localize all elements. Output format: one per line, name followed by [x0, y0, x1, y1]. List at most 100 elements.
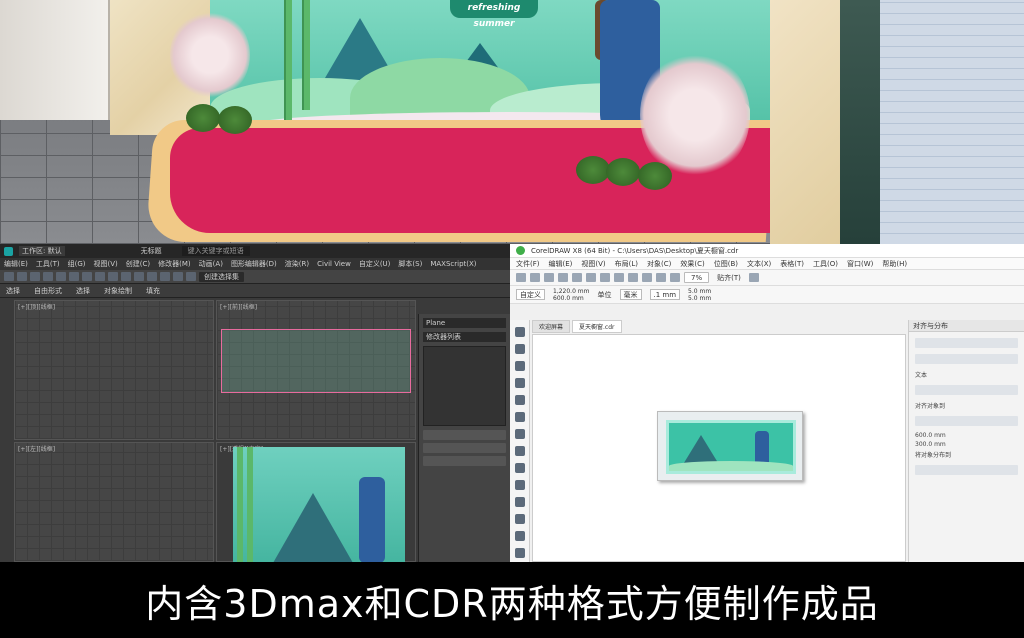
menu-item[interactable]: 图形编辑器(D)	[231, 259, 277, 269]
freehand-tool-icon[interactable]	[514, 395, 525, 405]
ribbon-tab[interactable]: 对象绘制	[104, 286, 132, 296]
export-icon[interactable]	[670, 273, 680, 282]
render-setup-icon[interactable]	[173, 272, 183, 281]
drop-shadow-icon[interactable]	[514, 531, 525, 541]
duplicate-y-field[interactable]: 5.0 mm	[688, 295, 711, 302]
new-document-icon[interactable]	[516, 273, 526, 282]
select-icon[interactable]	[56, 272, 66, 281]
move-icon[interactable]	[82, 272, 92, 281]
menu-item[interactable]: 动画(A)	[199, 259, 223, 269]
artistic-media-icon[interactable]	[514, 412, 525, 422]
menu-item[interactable]: 自定义(U)	[359, 259, 391, 269]
undo-icon[interactable]	[4, 272, 14, 281]
modifier-list-dropdown[interactable]: 修改器列表	[423, 332, 506, 342]
menu-item[interactable]: 工具(O)	[813, 259, 838, 269]
search-input[interactable]: 键入关键字或短语	[181, 246, 250, 256]
viewport-perspective[interactable]: [+][透视][真实]	[216, 442, 416, 562]
save-icon[interactable]	[544, 273, 554, 282]
ribbon-tab[interactable]: 选择	[76, 286, 90, 296]
redo-icon[interactable]	[628, 273, 638, 282]
align-icon[interactable]	[147, 272, 157, 281]
cut-icon[interactable]	[572, 273, 582, 282]
distribute-buttons[interactable]	[915, 465, 1018, 475]
panel-row[interactable]	[423, 430, 506, 440]
menu-item[interactable]: 编辑(E)	[549, 259, 573, 269]
menu-item[interactable]: 编辑(E)	[4, 259, 28, 269]
panel-row[interactable]	[423, 443, 506, 453]
menu-item[interactable]: 脚本(S)	[398, 259, 422, 269]
text-tool-icon[interactable]	[514, 480, 525, 490]
viewport-top[interactable]: [+][顶][线框]	[14, 300, 214, 440]
tab-document[interactable]: 夏天橱窗.cdr	[572, 320, 622, 333]
duplicate-x-field[interactable]: 5.0 mm	[688, 288, 711, 295]
zoom-level-field[interactable]: 7%	[684, 272, 710, 283]
copy-icon[interactable]	[586, 273, 596, 282]
select-region-icon[interactable]	[69, 272, 79, 281]
connector-tool-icon[interactable]	[514, 514, 525, 524]
align-buttons-row[interactable]	[915, 354, 1018, 364]
zoom-tool-icon[interactable]	[514, 378, 525, 388]
tab-welcome[interactable]: 欢迎屏幕	[532, 320, 571, 333]
modifier-stack[interactable]	[423, 346, 506, 426]
menu-item[interactable]: 创建(C)	[126, 259, 150, 269]
menu-item[interactable]: 视图(V)	[581, 259, 605, 269]
open-icon[interactable]	[530, 273, 540, 282]
nudge-distance-field[interactable]: .1 mm	[649, 289, 681, 300]
viewport-left[interactable]: [+][左][线框]	[14, 442, 214, 562]
page-height-field[interactable]: 600.0 mm	[553, 295, 590, 302]
snap-to-dropdown[interactable]: 贴齐(T)	[713, 273, 745, 283]
options-icon[interactable]	[748, 273, 759, 282]
parallel-dimension-icon[interactable]	[514, 497, 525, 507]
align-to-buttons[interactable]	[915, 416, 1018, 426]
menu-item[interactable]: 窗口(W)	[847, 259, 873, 269]
menu-item[interactable]: 效果(C)	[680, 259, 704, 269]
artwork-preview[interactable]	[666, 420, 796, 474]
crop-tool-icon[interactable]	[514, 361, 525, 371]
transparency-icon[interactable]	[514, 548, 525, 558]
align-buttons-row[interactable]	[915, 338, 1018, 348]
menu-item[interactable]: MAXScript(X)	[430, 260, 476, 268]
import-icon[interactable]	[656, 273, 666, 282]
scale-icon[interactable]	[108, 272, 118, 281]
menu-item[interactable]: 文本(X)	[747, 259, 771, 269]
unlink-icon[interactable]	[43, 272, 53, 281]
menu-item[interactable]: 布局(L)	[615, 259, 638, 269]
ribbon-tab[interactable]: 选择	[6, 286, 20, 296]
object-name-field[interactable]: Plane	[423, 318, 506, 328]
menu-item[interactable]: 组(G)	[68, 259, 86, 269]
ribbon-tab[interactable]: 自由形式	[34, 286, 62, 296]
polygon-tool-icon[interactable]	[514, 463, 525, 473]
menu-item[interactable]: 修改器(M)	[158, 259, 191, 269]
ellipse-tool-icon[interactable]	[514, 446, 525, 456]
viewport-label[interactable]: [+][顶][线框]	[18, 302, 55, 311]
viewport-label[interactable]: [+][前][线框]	[220, 302, 257, 311]
menu-item[interactable]: 视图(V)	[94, 259, 118, 269]
y-position-field[interactable]: 300.0 mm	[915, 441, 1018, 448]
artboard-page[interactable]	[657, 411, 803, 481]
menu-item[interactable]: 对象(C)	[647, 259, 671, 269]
menu-item[interactable]: 帮助(H)	[882, 259, 907, 269]
rectangle-tool-icon[interactable]	[514, 429, 525, 439]
snap-icon[interactable]	[121, 272, 131, 281]
shape-tool-icon[interactable]	[514, 344, 525, 354]
menu-item[interactable]: 工具(T)	[36, 259, 60, 269]
x-position-field[interactable]: 600.0 mm	[915, 432, 1018, 439]
ribbon-tab[interactable]: 填充	[146, 286, 160, 296]
menu-item[interactable]: 位图(B)	[714, 259, 738, 269]
redo-icon[interactable]	[17, 272, 27, 281]
selection-set-field[interactable]: 创建选择集	[199, 271, 244, 282]
menu-item[interactable]: 文件(F)	[516, 259, 540, 269]
mirror-icon[interactable]	[134, 272, 144, 281]
unit-dropdown[interactable]: 毫米	[619, 289, 642, 300]
panel-row[interactable]	[423, 456, 506, 466]
material-editor-icon[interactable]	[160, 272, 170, 281]
workspace-label[interactable]: 工作区: 默认	[19, 246, 65, 256]
render-icon[interactable]	[186, 272, 196, 281]
page-width-field[interactable]: 1,220.0 mm	[553, 288, 590, 295]
align-buttons-row[interactable]	[915, 385, 1018, 395]
viewport-label[interactable]: [+][左][线框]	[18, 444, 55, 453]
pick-tool-icon[interactable]	[514, 327, 525, 337]
drawing-canvas[interactable]	[532, 334, 906, 562]
menu-item[interactable]: Civil View	[317, 260, 351, 268]
link-icon[interactable]	[30, 272, 40, 281]
